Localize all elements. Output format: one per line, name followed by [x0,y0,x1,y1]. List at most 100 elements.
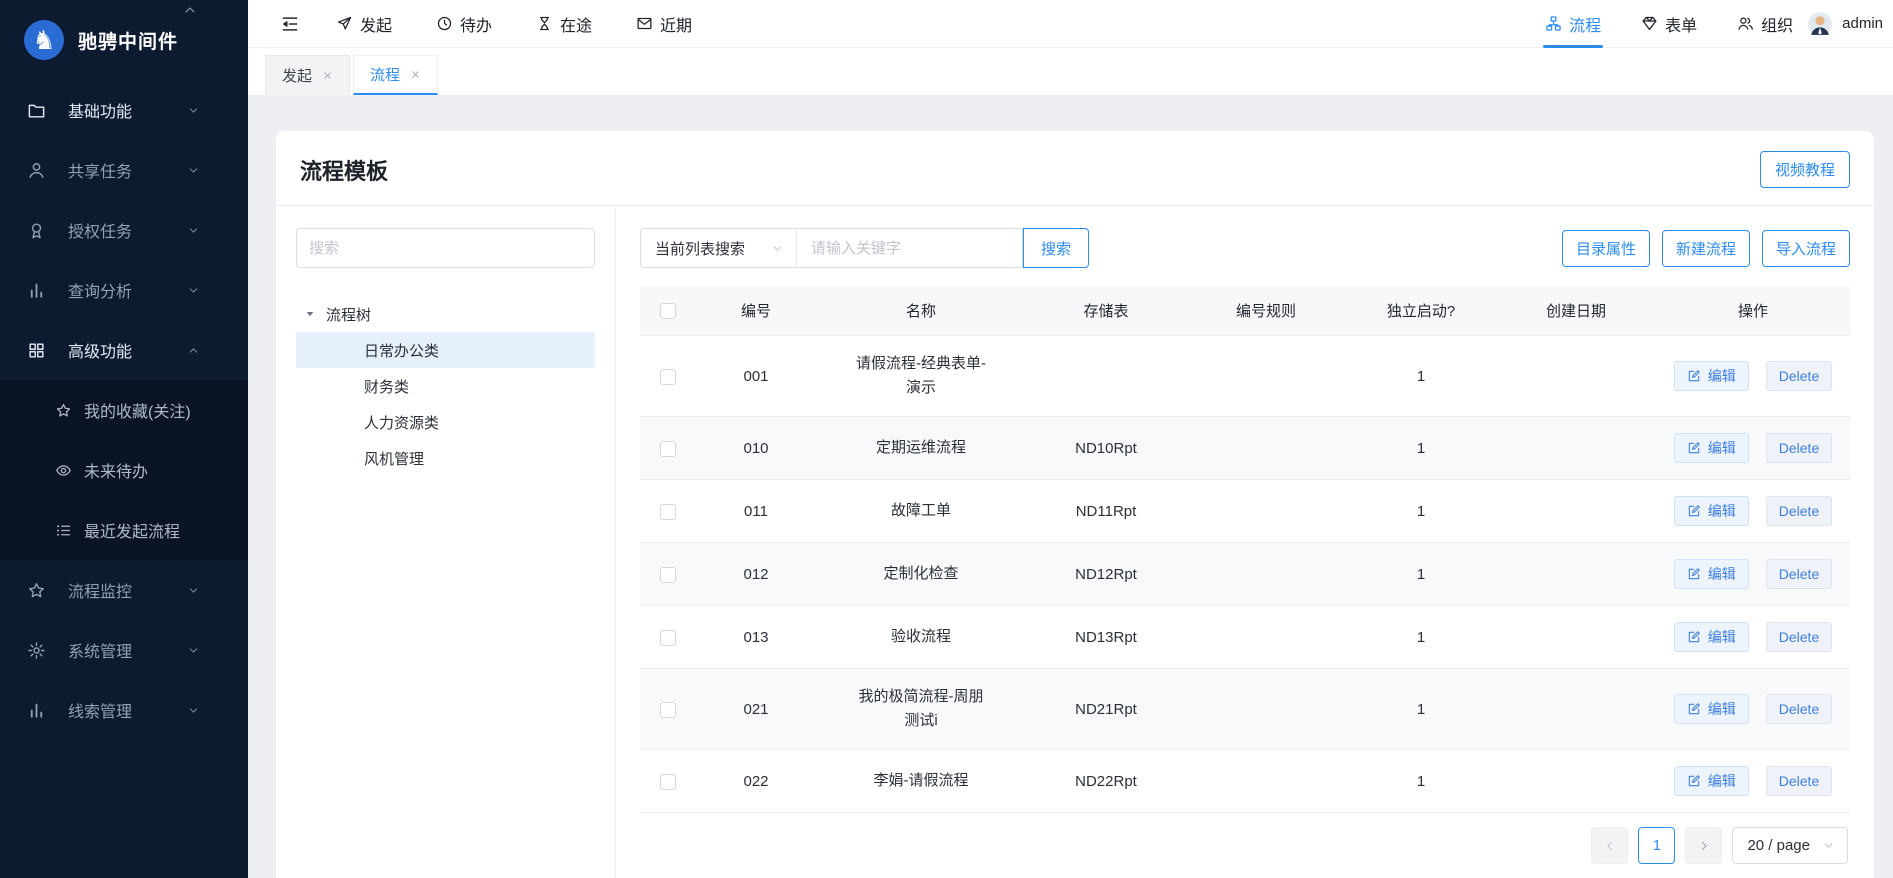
sidebar-item-查询分析[interactable]: 查询分析 [0,260,248,320]
search-button[interactable]: 搜索 [1023,228,1089,268]
edit-button[interactable]: 编辑 [1674,694,1749,724]
row-checkbox[interactable] [660,504,676,520]
cell-rule [1186,750,1346,813]
cell-rule [1186,606,1346,669]
edit-button[interactable]: 编辑 [1674,433,1749,463]
top-nav-item-label: 表单 [1665,12,1697,36]
tree-node-风机管理[interactable]: 风机管理 [296,440,595,476]
tree-node-财务类[interactable]: 财务类 [296,368,595,404]
table-row: 012定制化检查ND12Rpt1编辑Delete [640,543,1850,606]
top-nav-item-表单[interactable]: 表单 [1641,0,1697,48]
top-nav-item-发起[interactable]: 发起 [336,0,392,48]
row-checkbox[interactable] [660,441,676,457]
delete-button[interactable]: Delete [1766,622,1832,652]
select-all-checkbox[interactable] [660,303,676,319]
delete-button[interactable]: Delete [1766,496,1832,526]
close-icon[interactable] [322,70,333,81]
新建流程-button[interactable]: 新建流程 [1662,230,1750,267]
tree-search-input[interactable] [296,228,595,268]
row-actions: 编辑 Delete [1662,361,1844,391]
menu-fold-icon[interactable] [280,14,300,34]
column-header-名称: 名称 [816,286,1026,336]
sidebar-item-共享任务[interactable]: 共享任务 [0,140,248,200]
top-nav-item-组织[interactable]: 组织 [1737,0,1793,48]
row-checkbox[interactable] [660,774,676,790]
edit-button[interactable]: 编辑 [1674,496,1749,526]
导入流程-button[interactable]: 导入流程 [1762,230,1850,267]
cell-checkbox [640,669,696,750]
sidebar-subitem-我的收藏(关注)[interactable]: 我的收藏(关注) [0,380,248,440]
delete-button[interactable]: Delete [1766,694,1832,724]
cell-name: 故障工单 [816,480,1026,543]
delete-button[interactable]: Delete [1766,766,1832,796]
delete-button[interactable]: Delete [1766,361,1832,391]
delete-button[interactable]: Delete [1766,433,1832,463]
row-actions: 编辑 Delete [1662,694,1844,724]
mail-icon [636,15,653,32]
sidebar-item-label: 查询分析 [68,278,165,302]
keyword-input[interactable] [797,229,1022,267]
close-icon[interactable] [410,69,421,80]
sidebar-item-系统管理[interactable]: 系统管理 [0,620,248,680]
cell-checkbox [640,543,696,606]
edit-icon [1687,702,1701,716]
sidebar-item-基础功能[interactable]: 基础功能 [0,80,248,140]
table-row: 011故障工单ND11Rpt1编辑Delete [640,480,1850,543]
tab-流程[interactable]: 流程 [353,55,438,95]
cell-actions: 编辑 Delete [1656,336,1850,417]
process-tree: 流程树日常办公类财务类人力资源类风机管理 [296,296,595,476]
process-name: 定期运维流程 [876,436,966,460]
sidebar-subitem-label: 我的收藏(关注) [84,398,248,422]
edit-icon [1687,441,1701,455]
process-template-card: 流程模板 视频教程 流程树日常办公类财务类人力资源类风机管理 当前列表搜索 [276,131,1874,878]
top-nav-item-待办[interactable]: 待办 [436,0,492,48]
cell-checkbox [640,480,696,543]
main-column: 发起待办在途近期 流程表单组织 admin 发起流程 流程模板 视频教程 流程树… [248,0,1893,878]
edit-icon [1687,630,1701,644]
sidebar-item-label: 基础功能 [68,98,165,122]
tree-node-日常办公类[interactable]: 日常办公类 [296,332,595,368]
row-checkbox[interactable] [660,369,676,385]
cell-no: 021 [696,669,816,750]
top-nav-item-流程[interactable]: 流程 [1545,0,1601,48]
sidebar-item-label: 系统管理 [68,638,165,662]
edit-button[interactable]: 编辑 [1674,766,1749,796]
cell-rule [1186,336,1346,417]
scroll-up-icon[interactable] [182,2,198,18]
video-tutorial-button[interactable]: 视频教程 [1760,151,1850,188]
edit-button[interactable]: 编辑 [1674,361,1749,391]
bar-chart-icon [27,281,46,300]
list-icon [55,522,72,539]
user-menu[interactable]: admin [1807,11,1883,37]
sidebar-item-授权任务[interactable]: 授权任务 [0,200,248,260]
cell-created [1496,606,1656,669]
row-checkbox[interactable] [660,702,676,718]
tree-root[interactable]: 流程树 [296,296,595,332]
edit-button[interactable]: 编辑 [1674,622,1749,652]
row-checkbox[interactable] [660,630,676,646]
page-size-select[interactable]: 20 / page [1732,827,1848,864]
delete-button[interactable]: Delete [1766,559,1832,589]
top-nav-item-近期[interactable]: 近期 [636,0,692,48]
sidebar-item-流程监控[interactable]: 流程监控 [0,560,248,620]
sidebar-subitem-最近发起流程[interactable]: 最近发起流程 [0,500,248,560]
process-table: 编号名称存储表编号规则独立启动?创建日期操作 001请假流程-经典表单-演示1编… [640,286,1850,813]
sidebar-subitem-未来待办[interactable]: 未来待办 [0,440,248,500]
prev-page-button[interactable] [1591,827,1628,864]
sidebar-item-高级功能[interactable]: 高级功能 [0,320,248,380]
tree-node-人力资源类[interactable]: 人力资源类 [296,404,595,440]
next-page-button[interactable] [1685,827,1722,864]
medal-icon [27,221,46,240]
目录属性-button[interactable]: 目录属性 [1562,230,1650,267]
cell-no: 022 [696,750,816,813]
edit-button-label: 编辑 [1708,366,1736,386]
chevron-down-icon [187,104,200,117]
tab-发起[interactable]: 发起 [265,55,350,95]
page-1-button[interactable]: 1 [1638,827,1675,864]
edit-button[interactable]: 编辑 [1674,559,1749,589]
top-nav-item-在途[interactable]: 在途 [536,0,592,48]
search-scope-select[interactable]: 当前列表搜索 [641,229,797,267]
clock-icon [436,15,453,32]
sidebar-item-线索管理[interactable]: 线索管理 [0,680,248,740]
row-checkbox[interactable] [660,567,676,583]
